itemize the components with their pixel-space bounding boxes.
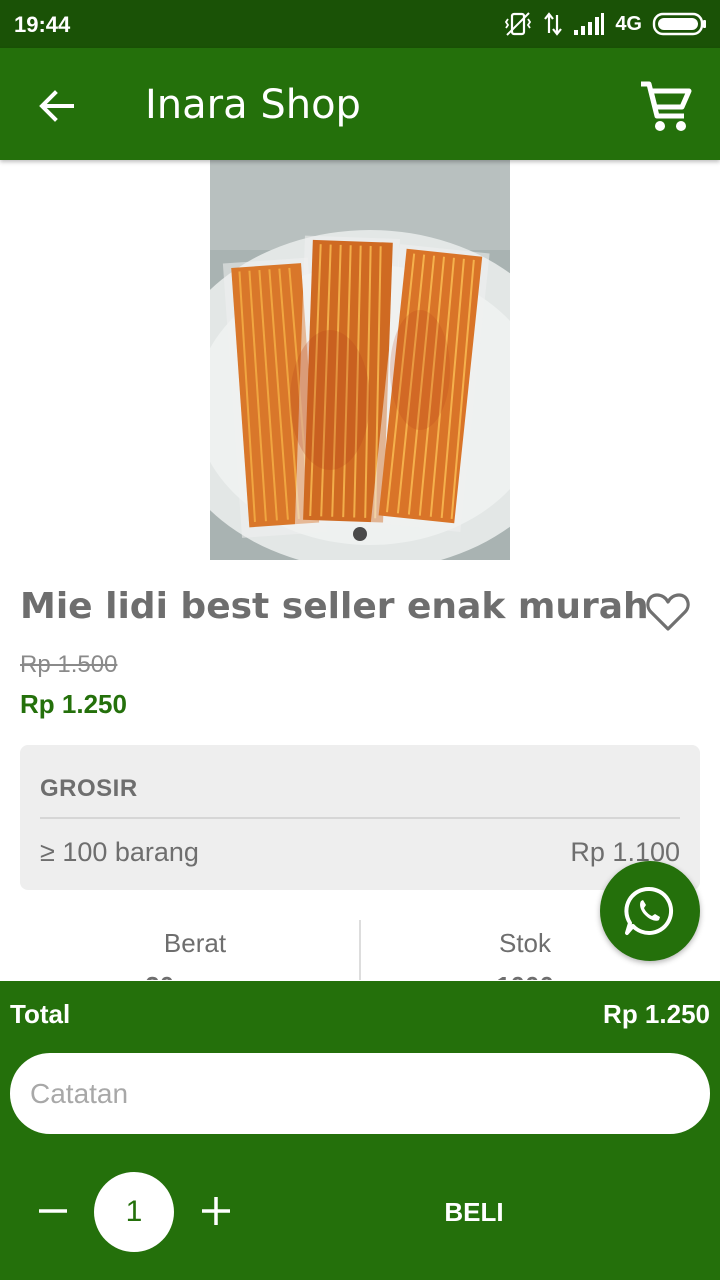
product-specs: Berat 20 gram Stok 1000	[30, 920, 690, 980]
back-button[interactable]	[30, 80, 82, 132]
total-value: Rp 1.250	[603, 999, 710, 1029]
data-transfer-icon	[544, 12, 563, 36]
spec-weight: Berat 20 gram	[30, 920, 360, 980]
app-bar: Inara Shop	[0, 48, 720, 160]
status-icons: 4G	[503, 10, 708, 38]
spec-stock-value: 1000	[360, 971, 690, 980]
battery-icon	[652, 12, 706, 36]
favorite-button[interactable]	[642, 586, 694, 638]
current-price: Rp 1.250	[20, 689, 127, 719]
wholesale-tier-qty: ≥ 100 barang	[40, 837, 199, 867]
original-price: Rp 1.500	[20, 651, 118, 678]
wholesale-divider	[40, 817, 680, 819]
whatsapp-icon	[624, 886, 674, 935]
spec-weight-label: Berat	[163, 928, 227, 958]
arrow-left-icon	[39, 90, 74, 122]
carousel-indicator	[353, 527, 367, 541]
product-photo	[210, 160, 510, 560]
cart-button[interactable]	[636, 76, 696, 136]
status-time: 19:44	[14, 12, 71, 37]
app-title: Inara Shop	[145, 82, 361, 128]
vibrate-icon	[505, 12, 532, 36]
minus-icon	[39, 1209, 67, 1213]
signal-icon	[574, 13, 605, 35]
whatsapp-button[interactable]	[600, 861, 700, 961]
buy-button[interactable]: BELI	[380, 1181, 568, 1243]
heart-outline-icon	[646, 593, 690, 631]
status-bar: 19:44 4G	[0, 0, 720, 48]
checkout-panel: Total Rp 1.250 1 BELI	[0, 981, 720, 1280]
network-type: 4G	[615, 12, 642, 35]
increase-quantity-button[interactable]	[191, 1186, 241, 1236]
decrease-quantity-button[interactable]	[28, 1186, 78, 1236]
total-label: Total	[10, 999, 71, 1029]
spec-weight-value: 20 gram	[30, 971, 360, 980]
product-name: Mie lidi best seller enak murah	[20, 586, 649, 627]
note-input[interactable]	[10, 1053, 710, 1134]
cart-icon	[641, 81, 692, 131]
product-image[interactable]	[210, 160, 510, 560]
wholesale-title: GROSIR	[40, 775, 138, 802]
plus-icon	[202, 1197, 230, 1225]
wholesale-card: GROSIR ≥ 100 barang Rp 1.100	[20, 745, 700, 890]
quantity-value[interactable]: 1	[94, 1172, 174, 1252]
